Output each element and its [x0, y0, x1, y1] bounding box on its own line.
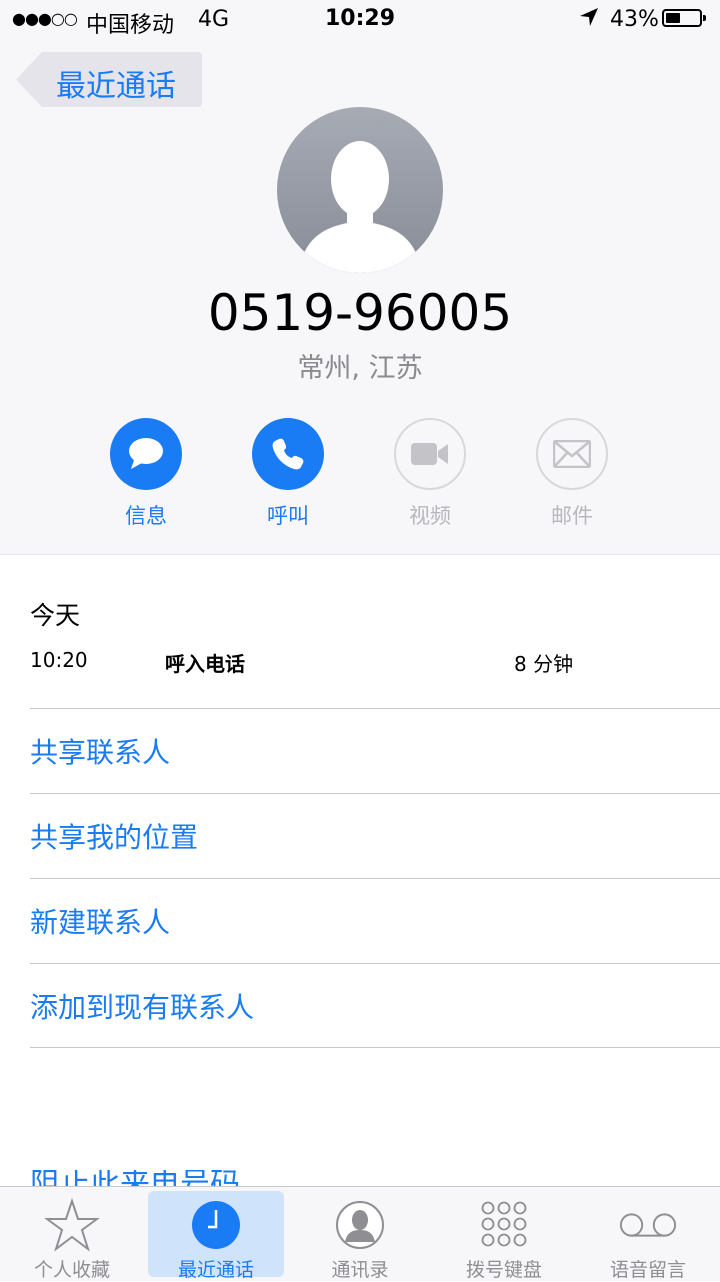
call-time: 10:20 — [30, 648, 88, 672]
battery-fill — [666, 13, 680, 23]
message-icon — [129, 438, 163, 469]
voicemail-icon — [619, 1213, 677, 1237]
video-icon — [411, 443, 448, 465]
person-silhouette-icon — [299, 141, 421, 273]
tab-recents[interactable]: 最近通话 — [148, 1191, 284, 1281]
call-duration: 8 分钟 — [514, 652, 574, 676]
back-button-label: 最近通话 — [56, 69, 176, 104]
battery-icon — [662, 9, 706, 27]
clock-icon — [192, 1201, 240, 1249]
tab-voicemail[interactable]: 语音留言 — [580, 1191, 716, 1281]
add-to-existing-contact-option[interactable]: 添加到现有联系人 — [30, 963, 720, 1048]
share-contact-option[interactable]: 共享联系人 — [30, 708, 720, 793]
location-arrow-icon — [578, 6, 600, 34]
avatar — [277, 107, 443, 273]
call-type: 呼入电话 — [165, 652, 245, 676]
call-action-label: 呼叫 — [267, 504, 309, 528]
caller-location: 常州, 江苏 — [297, 353, 423, 384]
contacts-icon — [336, 1201, 384, 1249]
tab-contacts[interactable]: 通讯录 — [292, 1191, 428, 1281]
create-contact-option[interactable]: 新建联系人 — [30, 878, 720, 963]
tab-keypad-label: 拨号键盘 — [465, 1259, 542, 1281]
share-location-option[interactable]: 共享我的位置 — [30, 793, 720, 878]
keypad-icon — [481, 1201, 527, 1247]
back-button[interactable]: 最近通话 — [16, 52, 202, 107]
tab-favorites-label: 个人收藏 — [33, 1259, 110, 1281]
video-action-button[interactable]: 视频 — [380, 418, 480, 530]
call-action-button[interactable]: 呼叫 — [238, 418, 338, 530]
tab-recents-label: 最近通话 — [177, 1259, 254, 1281]
mail-action-label: 邮件 — [551, 504, 593, 528]
call-history-day: 今天 — [30, 601, 81, 630]
message-action-button[interactable]: 信息 — [96, 418, 196, 530]
phone-icon — [272, 438, 304, 470]
status-bar: ●●●○○ 中国移动 4G 10:29 43% — [0, 0, 720, 40]
star-icon — [44, 1198, 100, 1252]
block-caller-option[interactable]: 阻止此来电号码 — [30, 1170, 240, 1186]
tab-contacts-label: 通讯录 — [331, 1259, 389, 1281]
mail-action-button[interactable]: 邮件 — [522, 418, 622, 530]
battery-percent: 43% — [610, 7, 659, 32]
message-action-label: 信息 — [125, 504, 167, 528]
contact-header: ●●●○○ 中国移动 4G 10:29 43% 最近通话 0519-96005 … — [0, 0, 720, 555]
mail-icon — [553, 440, 591, 468]
tab-bar: 个人收藏 最近通话 通讯录 拨号键盘 语音留言 — [0, 1186, 720, 1281]
phone-number: 0519-96005 — [207, 284, 513, 342]
tab-favorites[interactable]: 个人收藏 — [4, 1191, 140, 1281]
tab-keypad[interactable]: 拨号键盘 — [436, 1191, 572, 1281]
video-action-label: 视频 — [409, 504, 451, 528]
tab-voicemail-label: 语音留言 — [609, 1259, 686, 1281]
